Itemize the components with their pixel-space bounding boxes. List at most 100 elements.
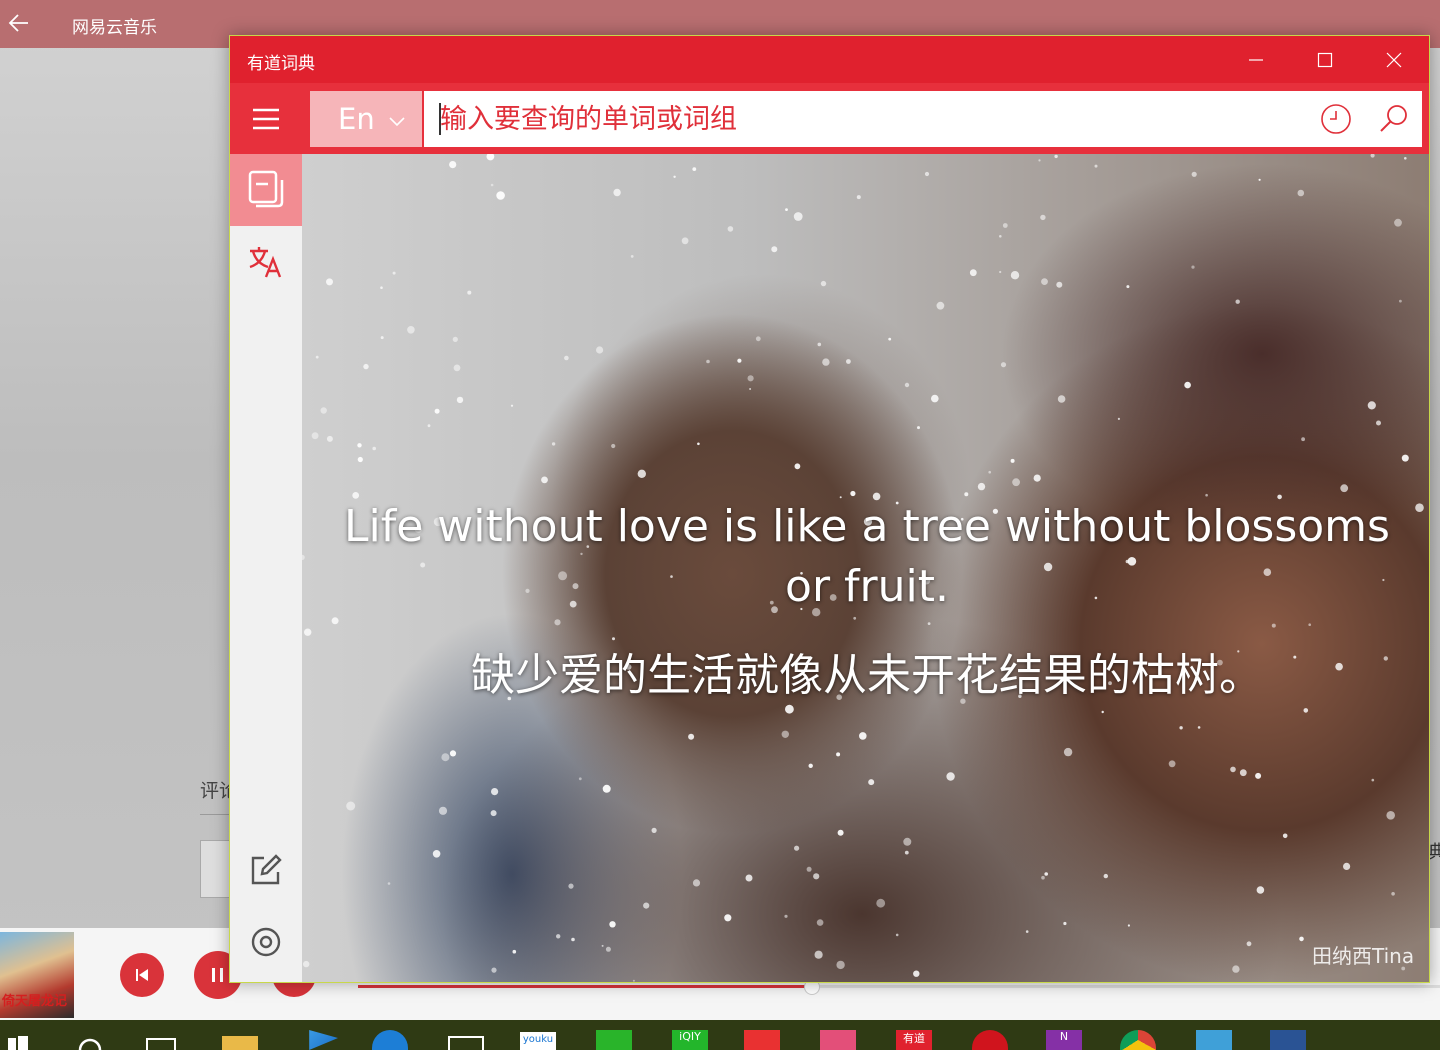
sidebar-item-notes[interactable] (230, 834, 302, 906)
search-box (424, 91, 1422, 147)
snowflake (1000, 362, 1007, 368)
windows-start-icon[interactable] (4, 1036, 30, 1050)
snowflake (876, 898, 886, 908)
snowflake (1038, 159, 1041, 162)
maximize-button[interactable] (1291, 36, 1359, 83)
maximize-icon (1317, 52, 1333, 67)
snowflake (817, 342, 822, 347)
snowflake (785, 704, 794, 714)
snowflake (1041, 278, 1048, 285)
minimize-button[interactable] (1222, 36, 1290, 83)
task-view-icon[interactable] (146, 1038, 176, 1050)
sidebar-item-settings[interactable] (230, 906, 302, 978)
app-icon[interactable] (1270, 1030, 1306, 1050)
snowflake (1301, 437, 1305, 442)
iqiyi-icon[interactable]: iQIY (672, 1030, 708, 1050)
snowflake (1191, 171, 1197, 177)
menu-button[interactable] (230, 83, 302, 154)
daily-sentence-chinese[interactable]: 缺少爱的生活就像从未开花结果的枯树。 (332, 646, 1402, 706)
snowflake (688, 733, 695, 740)
sidebar-item-translate[interactable] (230, 226, 302, 298)
snowflake (1343, 862, 1351, 871)
youdao-dict-icon[interactable]: 有道 (896, 1030, 932, 1050)
snowflake (609, 921, 616, 928)
snowflake (1303, 708, 1309, 713)
snowflake (496, 191, 505, 200)
snowflake (1246, 941, 1252, 947)
snowflake (820, 280, 827, 287)
album-cover[interactable]: 倚天屠龙记 (0, 932, 74, 1018)
snowflake (612, 637, 615, 641)
snowflake (357, 443, 362, 448)
snowflake (808, 763, 813, 768)
snowflake (380, 286, 383, 289)
snowflake (755, 336, 761, 342)
snowflake (491, 788, 499, 796)
youdao-titlebar: 有道词典 (230, 36, 1429, 83)
onenote-icon[interactable]: N (1046, 1030, 1082, 1050)
search-input[interactable] (440, 97, 1300, 141)
close-button[interactable] (1360, 36, 1428, 83)
snowflake (903, 837, 912, 846)
snowflake (611, 443, 616, 449)
snowflake (931, 394, 939, 403)
store-icon[interactable] (448, 1036, 484, 1050)
snowflake (816, 919, 824, 926)
youku-icon[interactable]: youku (520, 1032, 556, 1050)
snowflake (836, 752, 841, 757)
snowflake (1370, 154, 1375, 158)
snowflake (554, 619, 561, 626)
snowflake (1044, 872, 1048, 876)
previous-track-button[interactable] (120, 953, 164, 997)
app-icon[interactable] (1196, 1030, 1232, 1050)
search-icon[interactable] (76, 1036, 104, 1050)
snowflake (904, 850, 909, 855)
snowflake (927, 622, 931, 625)
snowflake (1033, 474, 1041, 482)
snowflake (1386, 811, 1395, 820)
snowflake (510, 404, 514, 407)
daily-sentence-english[interactable]: Life without love is like a tree without… (332, 497, 1402, 617)
snowflake (303, 960, 310, 968)
gear-icon (251, 927, 281, 957)
search-icon[interactable] (1377, 102, 1411, 136)
snowflake (1012, 478, 1020, 487)
file-explorer-icon[interactable] (222, 1036, 258, 1050)
snowflake (853, 616, 857, 620)
snowflake (1057, 395, 1066, 403)
snowflake (596, 346, 604, 354)
translate-icon (249, 247, 282, 278)
snowflake (602, 784, 611, 793)
app-icon[interactable] (820, 1030, 856, 1050)
snowflake (449, 750, 457, 757)
snowflake (936, 301, 945, 310)
snowflake (302, 554, 305, 560)
snowflake (1127, 924, 1130, 927)
snowflake (1010, 458, 1015, 463)
history-clock-icon[interactable] (1319, 102, 1353, 136)
snowflake (1184, 381, 1191, 389)
snowflake (564, 355, 569, 361)
snowflake (673, 175, 676, 178)
snowflake (1404, 157, 1407, 160)
language-selector[interactable]: En (310, 91, 422, 147)
snowflake (613, 188, 621, 197)
edit-note-icon (251, 854, 282, 885)
snowflake (745, 874, 753, 882)
snowflake (988, 470, 991, 474)
snowflake (793, 212, 803, 221)
snowflake (846, 359, 851, 364)
playback-progress-bar[interactable] (358, 985, 1440, 988)
snowflake (632, 979, 635, 982)
snowflake (1002, 223, 1008, 228)
back-arrow-icon[interactable] (6, 10, 32, 36)
sidebar-item-dictionary[interactable] (230, 154, 302, 226)
snowflake (1299, 936, 1304, 942)
snowflake (904, 382, 910, 388)
snowflake (727, 226, 734, 232)
album-cover-title: 倚天屠龙记 (2, 994, 68, 1009)
snowflake (771, 246, 778, 253)
snowflake (407, 326, 415, 334)
app-icon[interactable] (744, 1030, 780, 1050)
wechat-icon[interactable] (596, 1030, 632, 1050)
